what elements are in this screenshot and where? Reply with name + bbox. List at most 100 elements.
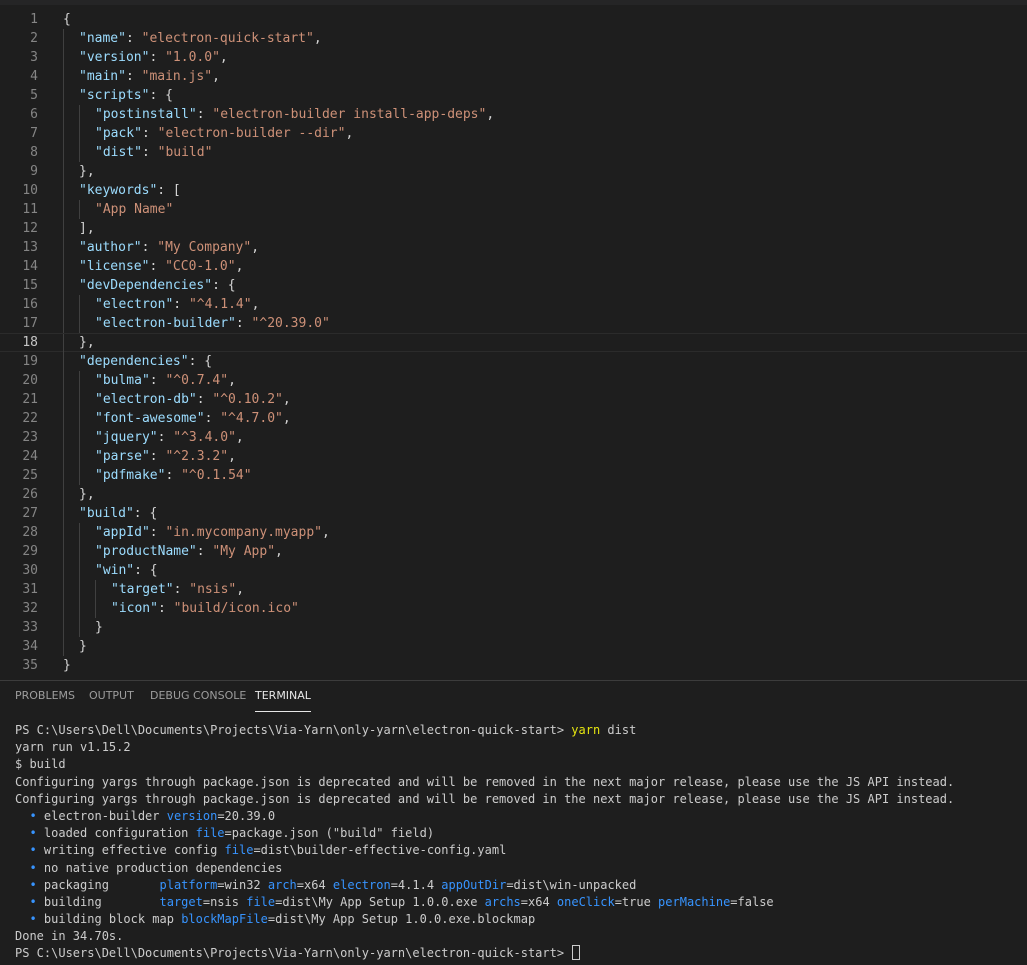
line-number: 33 — [22, 620, 38, 635]
indent-guide — [79, 143, 80, 162]
code-line[interactable]: 35} — [0, 656, 1027, 675]
code-line[interactable]: 11 "App Name" — [0, 200, 1027, 219]
code-line[interactable]: 9}, — [0, 162, 1027, 181]
indent-guide — [79, 124, 80, 143]
code-line[interactable]: 22 "font-awesome": "^4.7.0", — [0, 409, 1027, 428]
code-line[interactable]: 32 "icon": "build/icon.ico" — [0, 599, 1027, 618]
line-number: 28 — [22, 525, 38, 540]
code-text: "keywords": [ — [79, 181, 181, 200]
code-line[interactable]: 21 "electron-db": "^0.10.2", — [0, 390, 1027, 409]
tab-terminal[interactable]: TERMINAL — [255, 689, 311, 712]
terminal-text: =package.json ("build" field) — [224, 826, 435, 841]
terminal-output[interactable]: PS C:\Users\Dell\Documents\Projects\Via-… — [15, 722, 1027, 963]
code-line[interactable]: 29 "productName": "My App", — [0, 542, 1027, 561]
code-text: }, — [79, 334, 95, 351]
indent-guide — [79, 409, 80, 428]
indent-guide — [63, 238, 64, 257]
code-line[interactable]: 27 "build": { — [0, 504, 1027, 523]
code-line[interactable]: 1{ — [0, 10, 1027, 29]
terminal-key: version — [166, 808, 218, 823]
code-line[interactable]: 10 "keywords": [ — [0, 181, 1027, 200]
code-line[interactable]: 19 "dependencies": { — [0, 352, 1027, 371]
bottom-panel: PROBLEMS OUTPUT DEBUG CONSOLE TERMINAL P… — [0, 680, 1027, 965]
json-string: "^0.1.54" — [181, 468, 252, 483]
code-line[interactable]: 3 "version": "1.0.0", — [0, 48, 1027, 67]
code-text: "devDependencies": { — [79, 276, 236, 295]
json-key: "keywords" — [79, 183, 158, 198]
punctuation: : — [125, 31, 142, 46]
code-text: "win": { — [95, 561, 158, 580]
terminal-text: =x64 — [520, 894, 557, 909]
code-line[interactable]: 23 "jquery": "^3.4.0", — [0, 428, 1027, 447]
line-number: 31 — [22, 582, 38, 597]
terminal-text: =true — [614, 894, 659, 909]
code-line[interactable]: 13 "author": "My Company", — [0, 238, 1027, 257]
json-key: "jquery" — [95, 430, 158, 445]
indent-guide — [63, 637, 64, 656]
line-number: 34 — [22, 639, 38, 654]
line-number: 30 — [22, 563, 38, 578]
json-string: "in.mycompany.myapp" — [165, 525, 322, 540]
code-line[interactable]: 31 "target": "nsis", — [0, 580, 1027, 599]
code-line[interactable]: 16 "electron": "^4.1.4", — [0, 295, 1027, 314]
code-line[interactable]: 25 "pdfmake": "^0.1.54" — [0, 466, 1027, 485]
tab-problems[interactable]: PROBLEMS — [15, 689, 75, 711]
code-line[interactable]: 12], — [0, 219, 1027, 238]
code-line[interactable]: 6 "postinstall": "electron-builder instal… — [0, 105, 1027, 124]
code-text: "electron": "^4.1.4", — [95, 295, 259, 314]
punctuation: , — [228, 373, 236, 388]
json-string: "My Company" — [157, 240, 252, 255]
code-line[interactable]: 15 "devDependencies": { — [0, 276, 1027, 295]
line-number: 10 — [22, 183, 38, 198]
terminal-line: • building block map blockMapFile=dist\M… — [15, 911, 1027, 928]
code-line[interactable]: 30 "win": { — [0, 561, 1027, 580]
tab-debug-console[interactable]: DEBUG CONSOLE — [150, 689, 246, 711]
json-string: "CC0-1.0" — [165, 259, 236, 274]
punctuation: , — [235, 430, 244, 445]
punctuation: , — [212, 69, 220, 84]
json-key: "name" — [79, 31, 126, 46]
indent-guide — [63, 295, 64, 314]
code-line[interactable]: 34} — [0, 637, 1027, 656]
code-line[interactable]: 26}, — [0, 485, 1027, 504]
code-line[interactable]: 2 "name": "electron-quick-start", — [0, 29, 1027, 48]
json-key: "electron-builder" — [95, 316, 236, 331]
json-string: "App Name" — [95, 202, 174, 217]
terminal-key: target — [159, 894, 203, 909]
line-number: 4 — [30, 69, 38, 84]
line-number: 23 — [22, 430, 38, 445]
code-line[interactable]: 4 "main": "main.js", — [0, 67, 1027, 86]
indent-guide — [63, 29, 64, 48]
code-line[interactable]: 33} — [0, 618, 1027, 637]
code-line[interactable]: 20 "bulma": "^0.7.4", — [0, 371, 1027, 390]
code-line[interactable]: 14 "license": "CC0-1.0", — [0, 257, 1027, 276]
indent-guide — [63, 181, 64, 200]
terminal-text: =false — [730, 894, 774, 909]
line-number: 17 — [22, 316, 38, 331]
indent-guide — [63, 409, 64, 428]
json-key: "appId" — [95, 525, 150, 540]
code-line[interactable]: 5 "scripts": { — [0, 86, 1027, 105]
code-line[interactable]: 8 "dist": "build" — [0, 143, 1027, 162]
punctuation: : — [157, 430, 174, 445]
code-text: "target": "nsis", — [111, 580, 244, 599]
line-number: 35 — [22, 658, 38, 673]
code-line[interactable]: 17 "electron-builder": "^20.39.0" — [0, 314, 1027, 333]
bullet: • — [15, 808, 44, 823]
json-key: "build" — [79, 506, 134, 521]
line-number: 16 — [22, 297, 38, 312]
terminal-text: =dist\win-unpacked — [506, 877, 637, 892]
tab-output[interactable]: OUTPUT — [89, 689, 134, 711]
line-number: 13 — [22, 240, 38, 255]
indent-guide — [79, 618, 80, 637]
json-key: "productName" — [95, 544, 197, 559]
code-line[interactable]: 7 "pack": "electron-builder --dir", — [0, 124, 1027, 143]
json-key: "dist" — [95, 145, 142, 160]
terminal-key: oneClick — [556, 894, 615, 909]
code-editor[interactable]: 1{2 "name": "electron-quick-start", 3 "vers… — [0, 0, 1027, 680]
indent-guide — [63, 504, 64, 523]
code-line[interactable]: 24 "parse": "^2.3.2", — [0, 447, 1027, 466]
code-line[interactable]: 18}, — [0, 333, 1027, 353]
punctuation: : — [141, 240, 158, 255]
code-line[interactable]: 28 "appId": "in.mycompany.myapp", — [0, 523, 1027, 542]
